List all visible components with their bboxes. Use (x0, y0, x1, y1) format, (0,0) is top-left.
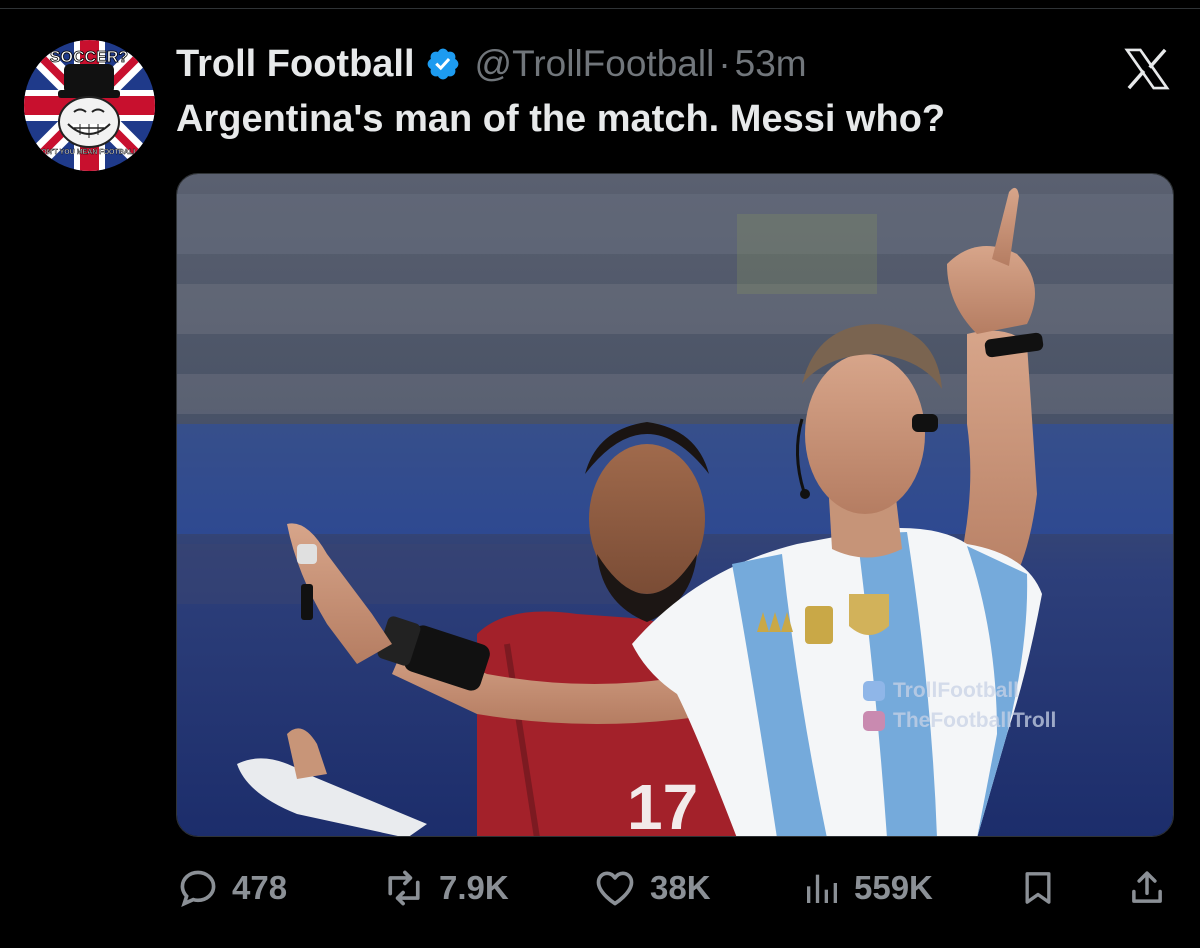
avatar[interactable]: SOCCER? DON'T YOU MEAN FOOTBALL? (24, 40, 155, 171)
repost-icon (388, 870, 420, 906)
reply-count: 478 (232, 869, 288, 906)
tweet-card[interactable]: SOCCER? DON'T YOU MEAN FOOTBALL? Troll F… (0, 0, 1200, 948)
x-logo-icon[interactable] (1124, 48, 1170, 90)
avatar-top-text: SOCCER? (50, 49, 128, 66)
separator-dot: · (718, 43, 731, 84)
author-handle[interactable]: @TrollFootball (475, 43, 715, 85)
verified-badge-icon (425, 46, 461, 82)
timestamp[interactable]: 53m (735, 43, 807, 85)
like-button[interactable]: 38K (592, 860, 711, 916)
action-bar: 478 7.9K 38K 559K (176, 860, 1174, 916)
reply-button[interactable]: 478 (176, 860, 287, 916)
like-count: 38K (650, 869, 711, 906)
display-name[interactable]: Troll Football (176, 43, 415, 86)
avatar-bottom-text: DON'T YOU MEAN FOOTBALL? (36, 149, 141, 156)
view-count: 559K (854, 869, 933, 906)
referee-photo: 17 (177, 174, 1173, 837)
views-chart-icon (807, 874, 837, 903)
repost-button[interactable]: 7.9K (381, 860, 509, 916)
tweet-text: Argentina's man of the match. Messi who? (176, 98, 946, 140)
tweet-photo[interactable]: 17 TrollFootball TheFootballTroll (176, 173, 1174, 837)
reply-icon (180, 870, 216, 907)
heart-icon (596, 871, 634, 906)
views-button[interactable]: 559K (802, 860, 933, 916)
divider (0, 8, 1200, 9)
bookmark-button[interactable] (1018, 860, 1058, 916)
tweet-header: Troll Football @TrollFootball · 53m (176, 38, 807, 90)
troll-face-union-jack-avatar: SOCCER? DON'T YOU MEAN FOOTBALL? (24, 40, 155, 171)
instagram-icon (863, 711, 885, 731)
share-icon (1132, 871, 1162, 903)
photo-watermark: TrollFootball TheFootballTroll (863, 676, 1056, 736)
twitter-bird-icon (863, 681, 885, 701)
share-button[interactable] (1126, 860, 1168, 916)
watermark-line-2: TheFootballTroll (893, 709, 1057, 732)
bookmark-icon (1025, 872, 1051, 904)
repost-count: 7.9K (439, 869, 509, 906)
shirt-number: 17 (627, 771, 698, 837)
watermark-line-1: TrollFootball (893, 679, 1019, 702)
